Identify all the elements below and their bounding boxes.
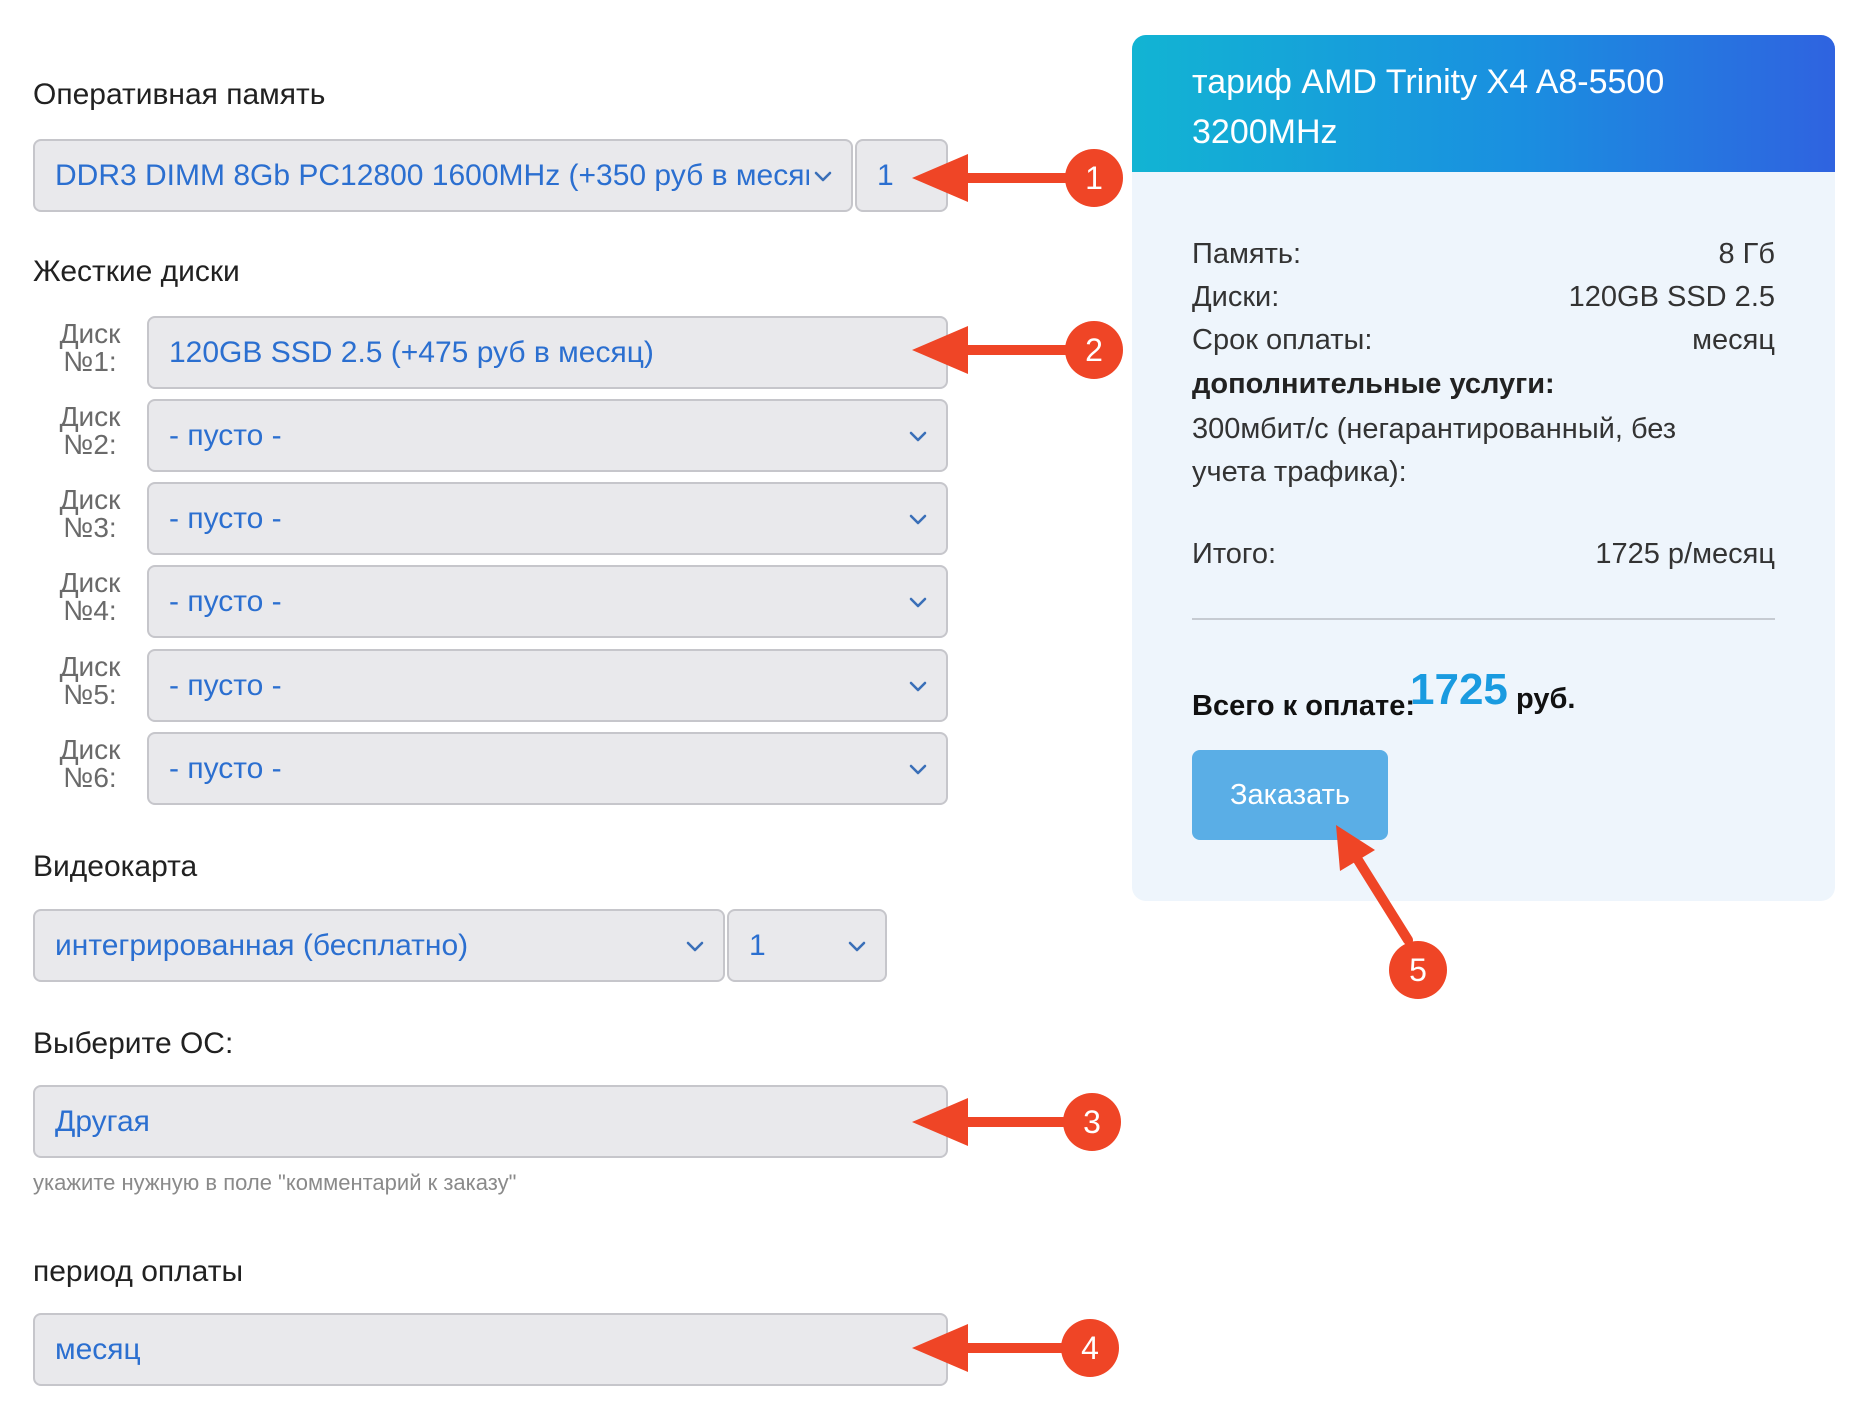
divider	[1192, 618, 1775, 620]
period-select[interactable]: месяц	[33, 1313, 948, 1386]
disk-label-2: Диск №2:	[59, 401, 121, 460]
disk-select-value: - пусто -	[169, 584, 282, 618]
disk-select-4[interactable]: - пусто -	[147, 565, 948, 638]
disk-label-3: Диск №3:	[59, 484, 121, 543]
total-amount: 1725	[1410, 665, 1508, 714]
annotation-badge-5: 5	[1389, 941, 1447, 999]
ram-select-value: DDR3 DIMM 8Gb PC12800 1600MHz (+350 руб …	[55, 158, 809, 192]
ram-select[interactable]: DDR3 DIMM 8Gb PC12800 1600MHz (+350 руб …	[33, 139, 853, 212]
ram-quantity-value: 1	[877, 158, 894, 192]
total-currency: руб.	[1516, 683, 1576, 715]
summary-row-value: 8 Гб	[1718, 238, 1776, 270]
chevron-down-icon	[909, 681, 927, 691]
os-hint: укажите нужную в поле "комментарий к зак…	[33, 1170, 517, 1195]
extras-title: дополнительные услуги:	[1192, 368, 1555, 400]
summary-row-term: Срок оплаты: месяц	[1192, 324, 1775, 357]
ram-quantity-select[interactable]: 1	[855, 139, 948, 212]
chevron-down-icon	[909, 764, 927, 774]
disk-select-value: - пусто -	[169, 418, 282, 452]
disk-select-value: - пусто -	[169, 751, 282, 785]
summary-row-value: 120GB SSD 2.5	[1568, 281, 1775, 313]
disk-select-3[interactable]: - пусто -	[147, 482, 948, 555]
chevron-down-icon	[909, 514, 927, 524]
order-button[interactable]: Заказать	[1192, 750, 1388, 840]
disk-label-6: Диск №6:	[59, 734, 121, 793]
total-label: Всего к оплате:	[1192, 690, 1416, 722]
gpu-quantity-value: 1	[749, 928, 766, 962]
order-summary-card: тариф AMD Trinity X4 A8-5500 3200MHz Пам…	[1132, 35, 1835, 901]
summary-row-label: Срок оплаты:	[1192, 324, 1373, 356]
period-select-value: месяц	[55, 1332, 141, 1366]
summary-row-label: Диски:	[1192, 281, 1280, 313]
disk-select-2[interactable]: - пусто -	[147, 399, 948, 472]
disk-select-value: - пусто -	[169, 501, 282, 535]
chevron-down-icon	[686, 941, 704, 951]
chevron-down-icon	[848, 941, 866, 951]
card-header: тариф AMD Trinity X4 A8-5500 3200MHz	[1132, 35, 1835, 172]
tariff-title: тариф AMD Trinity X4 A8-5500 3200MHz	[1192, 63, 1665, 151]
ram-section-label: Оперативная память	[33, 78, 326, 111]
disks-section-label: Жесткие диски	[33, 255, 240, 288]
chevron-down-icon	[814, 171, 832, 181]
subtotal-value: 1725 р/месяц	[1595, 538, 1775, 570]
annotation-badge-2: 2	[1065, 321, 1123, 379]
disk-select-1[interactable]: 120GB SSD 2.5 (+475 руб в месяц)	[147, 316, 948, 389]
gpu-quantity-select[interactable]: 1	[727, 909, 887, 982]
summary-row-subtotal: Итого: 1725 р/месяц	[1192, 538, 1775, 571]
disk-label-4: Диск №4:	[59, 567, 121, 626]
summary-row-disks: Диски: 120GB SSD 2.5	[1192, 281, 1775, 314]
disk-select-6[interactable]: - пусто -	[147, 732, 948, 805]
annotation-badge-1: 1	[1065, 149, 1123, 207]
chevron-down-icon	[909, 431, 927, 441]
os-select-value: Другая	[55, 1104, 150, 1138]
gpu-select-value: интегрированная (бесплатно)	[55, 928, 469, 962]
disk-select-value: 120GB SSD 2.5 (+475 руб в месяц)	[169, 335, 654, 369]
os-select[interactable]: Другая	[33, 1085, 948, 1158]
gpu-section-label: Видеокарта	[33, 850, 198, 883]
disk-select-5[interactable]: - пусто -	[147, 649, 948, 722]
summary-row-memory: Память: 8 Гб	[1192, 238, 1775, 271]
annotation-badge-3: 3	[1063, 1093, 1121, 1151]
disk-label-1: Диск №1:	[59, 318, 121, 377]
subtotal-label: Итого:	[1192, 538, 1277, 570]
period-section-label: период оплаты	[33, 1255, 243, 1288]
os-section-label: Выберите ОС:	[33, 1027, 234, 1060]
gpu-select[interactable]: интегрированная (бесплатно)	[33, 909, 725, 982]
summary-row-value: месяц	[1692, 324, 1775, 356]
annotation-badge-4: 4	[1061, 1319, 1119, 1377]
extras-text: 300мбит/с (негарантированный, без учета …	[1192, 413, 1677, 488]
disk-label-5: Диск №5:	[59, 651, 121, 710]
chevron-down-icon	[909, 597, 927, 607]
summary-row-label: Память:	[1192, 238, 1302, 270]
disk-select-value: - пусто -	[169, 668, 282, 702]
